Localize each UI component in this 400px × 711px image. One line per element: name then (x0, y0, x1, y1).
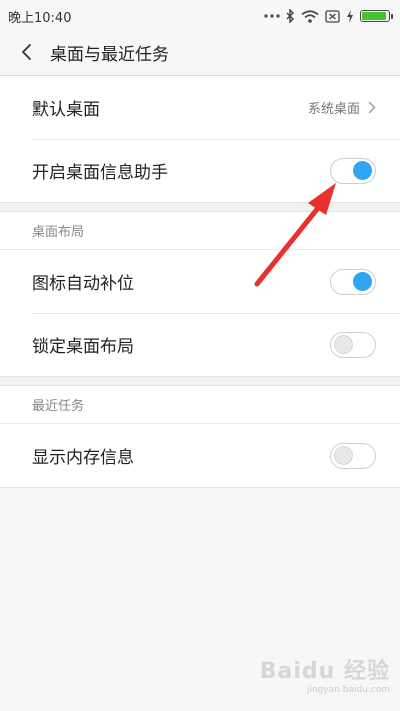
bluetooth-icon (286, 9, 295, 23)
desktop-assistant-toggle[interactable] (330, 157, 376, 184)
section-gap (0, 202, 400, 212)
show-memory-toggle[interactable] (330, 442, 376, 469)
section-gap (0, 376, 400, 386)
battery-fill (362, 12, 386, 20)
watermark-url: jingyan.baidu.com (306, 685, 390, 695)
lock-layout-toggle[interactable] (330, 331, 376, 358)
battery-icon (360, 10, 393, 22)
icon-auto-fill-row: 图标自动补位 (0, 250, 400, 313)
toggle-knob (334, 445, 353, 465)
toggle-knob (334, 334, 353, 354)
status-bar: 晚上10:40 (0, 0, 400, 32)
icon-auto-fill-toggle[interactable] (330, 268, 376, 295)
default-desktop-value-wrap: 系统桌面 (308, 98, 376, 117)
toggle-knob (353, 160, 372, 180)
bottom-divider (0, 487, 400, 488)
wifi-icon (301, 9, 319, 23)
chevron-right-icon (368, 101, 376, 114)
watermark-text: Baidu 经验 (259, 659, 390, 684)
back-button[interactable] (14, 40, 38, 64)
default-desktop-value: 系统桌面 (307, 102, 360, 117)
status-time: 晚上10:40 (8, 10, 72, 26)
watermark-logo: Baidu 经验 jingyan.baidu.com (260, 653, 390, 695)
recent-tasks-settings: 最近任务 显示内存信息 (0, 386, 400, 487)
sim-icon (325, 9, 340, 23)
default-desktop-row[interactable]: 默认桌面 系统桌面 (0, 76, 400, 139)
show-memory-label: 显示内存信息 (32, 448, 134, 468)
lock-layout-row: 锁定桌面布局 (0, 313, 400, 376)
page-title: 桌面与最近任务 (50, 44, 169, 65)
general-settings: 默认桌面 系统桌面 开启桌面信息助手 (0, 76, 400, 202)
section-header-recent: 最近任务 (0, 386, 400, 424)
charging-icon (346, 9, 354, 23)
status-icons (264, 9, 393, 23)
toggle-knob (353, 271, 372, 291)
desktop-assistant-label: 开启桌面信息助手 (32, 163, 168, 183)
page-header: 桌面与最近任务 (0, 32, 400, 72)
section-header-layout: 桌面布局 (0, 212, 400, 250)
default-desktop-label: 默认桌面 (32, 100, 100, 120)
icon-auto-fill-label: 图标自动补位 (32, 274, 134, 294)
layout-settings: 桌面布局 图标自动补位 锁定桌面布局 (0, 212, 400, 376)
lock-layout-label: 锁定桌面布局 (32, 337, 134, 357)
desktop-assistant-row: 开启桌面信息助手 (0, 139, 400, 202)
more-dots-icon (264, 14, 280, 18)
show-memory-row: 显示内存信息 (0, 424, 400, 487)
chevron-left-icon (22, 44, 31, 60)
